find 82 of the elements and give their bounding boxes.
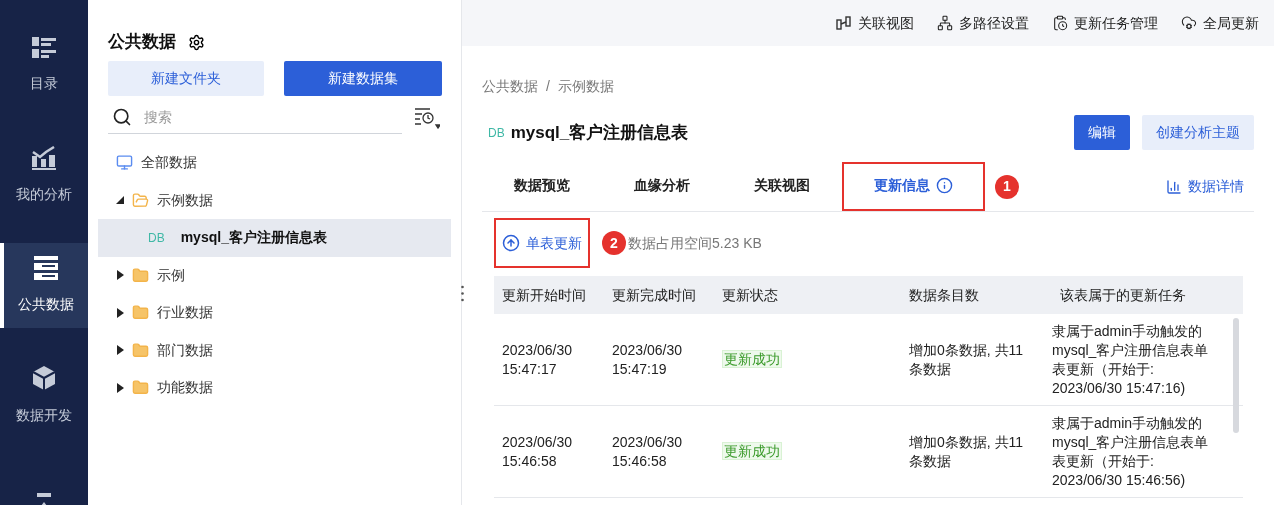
- action-button[interactable]: 编辑: [1074, 115, 1130, 150]
- single-update-button[interactable]: 单表更新: [494, 218, 590, 268]
- hierarchy-icon: [937, 15, 953, 31]
- nav-label: 我的分析: [16, 185, 72, 204]
- tab[interactable]: 数据预览: [482, 162, 602, 211]
- storage-icon: [34, 256, 58, 280]
- collapse-icon[interactable]: [116, 195, 124, 206]
- nav-item[interactable]: 公共数据: [0, 243, 88, 328]
- db-tag: DB: [148, 228, 165, 247]
- chart-icon: [32, 146, 56, 170]
- details-link[interactable]: 数据详情: [1166, 176, 1254, 197]
- new-button[interactable]: 新建数据集: [284, 61, 442, 96]
- expand-icon[interactable]: [116, 307, 124, 318]
- tree-item[interactable]: DB mysql_客户注册信息表: [98, 219, 451, 257]
- toolbar-button[interactable]: 全局更新: [1181, 12, 1259, 34]
- nav-item[interactable]: 目录: [0, 23, 88, 108]
- search-field[interactable]: 搜索: [144, 106, 344, 128]
- scrollbar[interactable]: [1233, 318, 1239, 433]
- table-cell-text: 隶属于admin手动触发的mysql_客户注册信息表单表更新（开始于: 2023/06/30 15:47:16): [1051, 321, 1210, 398]
- tree-item[interactable]: 功能数据: [98, 369, 451, 407]
- clipboard-icon: [1052, 15, 1068, 31]
- tree-item[interactable]: 全部数据: [98, 144, 451, 182]
- folder-icon: [132, 266, 149, 284]
- expand-icon[interactable]: [116, 345, 124, 356]
- table-cell-text: 2023/06/30 15:47:17: [501, 340, 574, 379]
- nav-label: 目录: [30, 74, 58, 93]
- status-tag: 更新成功: [722, 350, 782, 368]
- monitor-icon: [116, 154, 133, 172]
- storage-text: 数据占用空间5.23 KB: [628, 233, 762, 253]
- breadcrumb-link[interactable]: 公共数据: [482, 76, 538, 97]
- nav-item[interactable]: 我的分析: [0, 133, 88, 218]
- annotation-badge: 1: [995, 174, 1019, 199]
- upload-icon: [502, 234, 520, 252]
- nav-item[interactable]: 数据开发: [0, 353, 88, 438]
- column-header: 更新状态: [721, 285, 779, 305]
- db-tag: DB: [488, 123, 505, 142]
- panel-title: 公共数据: [108, 31, 176, 54]
- table-cell-text: 增加0条数据, 共11条数据: [908, 432, 1025, 471]
- tab[interactable]: 更新信息: [842, 162, 985, 211]
- list-icon: [32, 37, 56, 59]
- table-cell-text: 2023/06/30 15:46:58: [611, 432, 684, 471]
- tab[interactable]: 血缘分析: [602, 162, 722, 211]
- table-cell-text: 增加0条数据, 共11条数据: [908, 340, 1025, 379]
- expand-icon[interactable]: [116, 270, 124, 281]
- new-button[interactable]: 新建文件夹: [108, 61, 264, 96]
- action-button[interactable]: 创建分析主题: [1142, 115, 1254, 150]
- breadcrumb-separator: /: [546, 77, 550, 96]
- settings-icon[interactable]: [188, 33, 205, 51]
- folder-icon: [132, 191, 149, 209]
- annotation-badge: 2: [602, 231, 626, 255]
- toolbar-button[interactable]: 更新任务管理: [1052, 12, 1158, 34]
- table-cell-text: 2023/06/30 15:47:19: [611, 340, 684, 379]
- expand-icon[interactable]: [116, 382, 124, 393]
- relation-icon: [836, 15, 852, 31]
- cloud-icon: [1181, 15, 1197, 31]
- tree-item[interactable]: 部门数据: [98, 331, 451, 369]
- table-cell-text: 2023/06/30 15:46:58: [501, 432, 574, 471]
- toolbar-button[interactable]: 多路径设置: [937, 12, 1029, 34]
- column-header: 该表属于的更新任务: [1059, 285, 1187, 305]
- chart-icon: [1166, 178, 1182, 195]
- dataset-title: mysql_客户注册信息表: [510, 121, 689, 144]
- history-filter-icon[interactable]: [414, 106, 440, 129]
- tree-item[interactable]: 示例数据: [98, 181, 451, 219]
- table-cell-text: 隶属于admin手动触发的mysql_客户注册信息表单表更新（开始于: 2023/06/30 15:46:56): [1051, 413, 1210, 490]
- tree-item[interactable]: 行业数据: [98, 294, 451, 332]
- tab[interactable]: 关联视图: [722, 162, 842, 211]
- column-header: 数据条目数: [908, 285, 980, 305]
- nav-label: 数据开发: [16, 406, 72, 425]
- search-icon: [112, 107, 132, 127]
- folder-icon: [132, 379, 149, 397]
- status-tag: 更新成功: [722, 442, 782, 460]
- column-header: 更新开始时间: [501, 285, 587, 305]
- drag-handle-icon[interactable]: [461, 285, 466, 302]
- folder-icon: [132, 341, 149, 359]
- folder-icon: [132, 304, 149, 322]
- toolbar-button[interactable]: 关联视图: [836, 12, 914, 34]
- search-bar[interactable]: 搜索: [108, 101, 402, 134]
- breadcrumb-link[interactable]: 示例数据: [557, 76, 614, 97]
- tree-item[interactable]: 示例: [98, 256, 451, 294]
- column-header: 更新完成时间: [611, 285, 697, 305]
- nav-label: 公共数据: [18, 295, 74, 314]
- cube-icon: [32, 365, 56, 391]
